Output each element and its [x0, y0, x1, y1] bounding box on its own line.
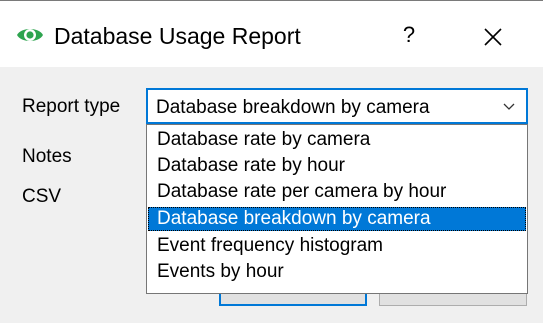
- close-icon: [484, 28, 502, 46]
- report-type-select[interactable]: Database breakdown by camera: [146, 88, 528, 124]
- dropdown-option-database-rate-by-hour[interactable]: Database rate by hour: [148, 154, 526, 178]
- close-button[interactable]: [470, 17, 516, 53]
- report-type-label: Report type: [22, 96, 121, 117]
- csv-label: CSV: [22, 186, 62, 207]
- dropdown-option-event-frequency-histogram[interactable]: Event frequency histogram: [148, 234, 526, 258]
- window-title: Database Usage Report: [54, 23, 301, 49]
- title-bar[interactable]: Database Usage Report ?: [0, 1, 543, 67]
- notes-label: Notes: [22, 146, 72, 167]
- report-type-dropdown-list[interactable]: Database rate by camera Database rate by…: [146, 124, 528, 294]
- ok-button[interactable]: [219, 294, 367, 306]
- report-type-selected-value: Database breakdown by camera: [156, 97, 430, 118]
- dropdown-option-events-by-hour[interactable]: Events by hour: [148, 260, 526, 284]
- eye-icon: [17, 29, 43, 41]
- help-button[interactable]: ?: [392, 17, 426, 53]
- chevron-down-icon: [503, 103, 515, 110]
- cancel-button[interactable]: [379, 294, 527, 306]
- dropdown-option-database-rate-by-camera[interactable]: Database rate by camera: [148, 128, 526, 152]
- dropdown-option-database-rate-per-camera-by-hour[interactable]: Database rate per camera by hour: [148, 180, 526, 204]
- database-usage-report-dialog: Database Usage Report ? Report type Note…: [0, 0, 543, 323]
- dropdown-option-database-breakdown-by-camera[interactable]: Database breakdown by camera: [148, 207, 526, 231]
